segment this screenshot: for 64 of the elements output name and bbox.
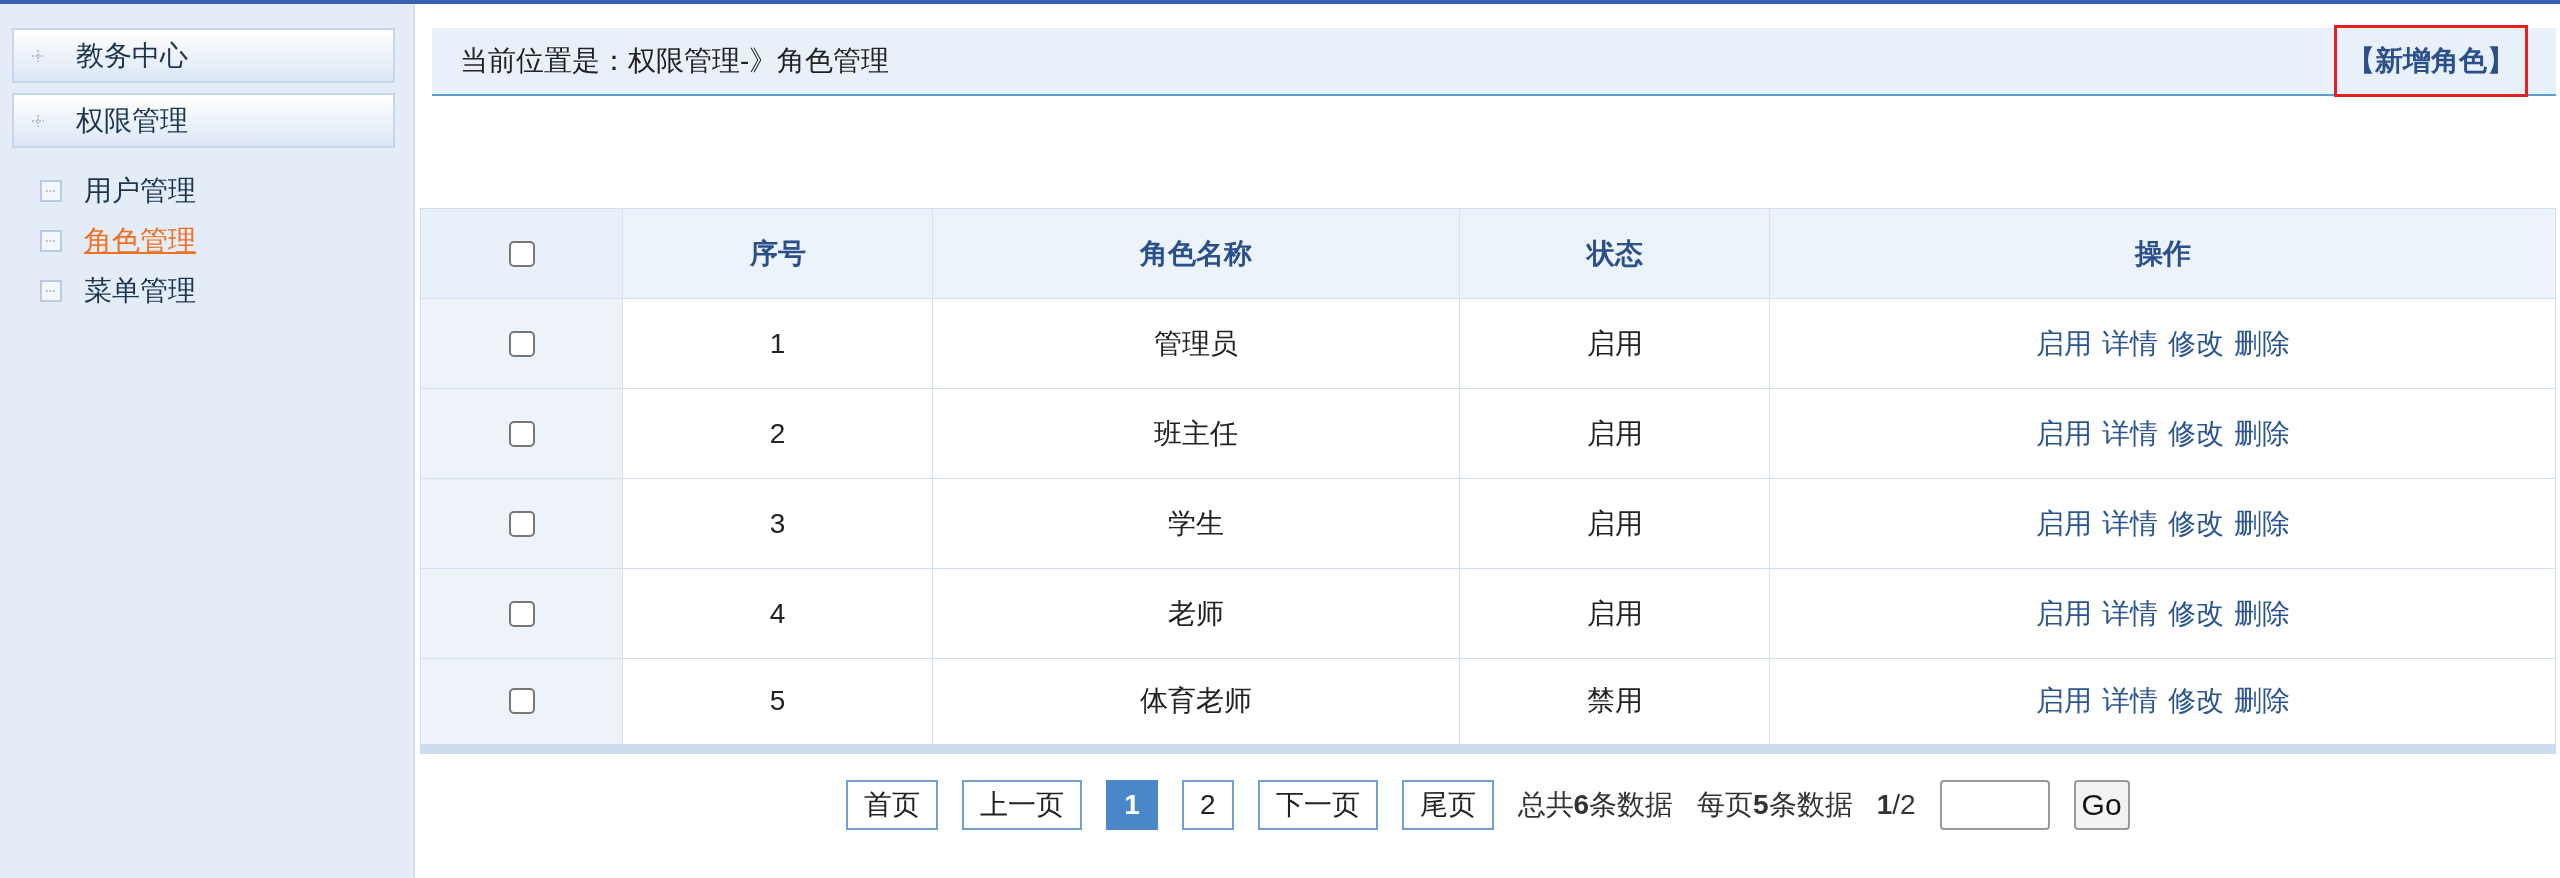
menu-group-header[interactable]: 权限管理 (12, 93, 395, 148)
table-cell: 启用 (1459, 298, 1770, 389)
action-link[interactable]: 删除 (2233, 412, 2290, 455)
table-cell: 3 (622, 478, 933, 569)
table-cell: 管理员 (932, 298, 1460, 389)
menu-item[interactable]: 用户管理 (84, 170, 196, 212)
collapse-icon (40, 230, 62, 252)
action-link[interactable]: 详情 (2101, 502, 2158, 545)
table-cell: 启用 (1459, 388, 1770, 479)
menu-group-header[interactable]: 教务中心 (12, 28, 395, 83)
table-cell: 学生 (932, 478, 1460, 569)
checkbox[interactable] (508, 420, 535, 447)
action-link[interactable]: 启用 (2035, 412, 2092, 455)
action-link[interactable]: 修改 (2167, 502, 2224, 545)
page-button[interactable]: 上一页 (962, 779, 1083, 830)
action-link[interactable]: 详情 (2101, 680, 2158, 723)
page-button[interactable]: 1 (1106, 779, 1158, 830)
go-button[interactable]: Go (2073, 779, 2130, 830)
action-link[interactable]: 详情 (2101, 592, 2158, 635)
page-button[interactable]: 尾页 (1401, 779, 1494, 830)
action-link[interactable]: 删除 (2233, 680, 2290, 723)
action-link[interactable]: 修改 (2167, 592, 2224, 635)
page-summary: 1/2 (1876, 787, 1916, 822)
action-link[interactable]: 删除 (2233, 322, 2290, 365)
checkbox[interactable] (508, 330, 535, 357)
table-cell: 1 (622, 298, 933, 389)
column-header: 角色名称 (932, 208, 1460, 299)
column-header: 操作 (1769, 208, 2556, 299)
action-link[interactable]: 启用 (2035, 680, 2092, 723)
action-link[interactable]: 详情 (2101, 322, 2158, 365)
checkbox[interactable] (508, 688, 535, 715)
checkbox[interactable] (508, 240, 535, 267)
action-link[interactable]: 修改 (2167, 680, 2224, 723)
page-summary: 总共6条数据 (1517, 787, 1674, 822)
action-link[interactable]: 修改 (2167, 412, 2224, 455)
plus-icon (30, 112, 46, 129)
action-link[interactable]: 详情 (2101, 412, 2158, 455)
column-header: 状态 (1459, 208, 1770, 299)
action-link[interactable]: 修改 (2167, 322, 2224, 365)
table-cell: 2 (622, 388, 933, 479)
page-summary: 每页5条数据 (1697, 787, 1853, 822)
action-link[interactable]: 删除 (2233, 502, 2290, 545)
collapse-icon (40, 280, 62, 302)
table-cell: 启用 (1459, 568, 1770, 659)
column-header: 序号 (622, 208, 933, 299)
action-link[interactable]: 删除 (2233, 592, 2290, 635)
page-button[interactable]: 首页 (846, 779, 939, 830)
page-button[interactable]: 下一页 (1257, 779, 1378, 830)
checkbox[interactable] (508, 510, 535, 537)
page-input[interactable] (1939, 779, 2050, 830)
action-link[interactable]: 启用 (2035, 502, 2092, 545)
table-cell: 启用 (1459, 478, 1770, 569)
table-cell: 老师 (932, 568, 1460, 659)
page-button[interactable]: 2 (1181, 779, 1234, 830)
collapse-icon (40, 180, 62, 202)
action-link[interactable]: 启用 (2035, 322, 2092, 365)
add-role-link[interactable]: 【新增角色】 (2334, 25, 2528, 97)
table-cell: 4 (622, 568, 933, 659)
plus-icon (30, 47, 46, 64)
menu-item[interactable]: 菜单管理 (84, 270, 196, 312)
checkbox[interactable] (508, 600, 535, 627)
action-link[interactable]: 启用 (2035, 592, 2092, 635)
breadcrumb-text: 当前位置是：权限管理-》角色管理 (460, 44, 890, 78)
table-cell: 班主任 (932, 388, 1460, 479)
